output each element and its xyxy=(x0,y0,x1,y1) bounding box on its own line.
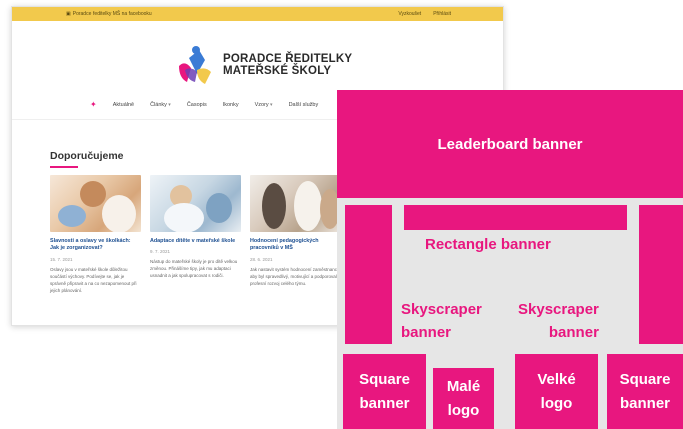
section-underline xyxy=(50,166,78,168)
article-card[interactable]: Adaptace dítěte v mateřské škole 9. 7. 2… xyxy=(150,175,241,280)
skyscraper-banner-right-block xyxy=(639,205,683,344)
nav-item-vzory[interactable]: Vzory xyxy=(255,102,273,108)
small-logo-banner: Malé logo xyxy=(433,368,494,429)
facebook-icon: ▣ xyxy=(66,11,71,17)
article-image[interactable] xyxy=(50,175,141,232)
skyscraper-label-right: Skyscraper banner xyxy=(518,301,599,342)
article-image[interactable] xyxy=(250,175,341,232)
article-title[interactable]: Adaptace dítěte v mateřské škole xyxy=(150,238,241,245)
skyscraper-banner-left-block xyxy=(345,205,392,344)
nav-item-dalsi[interactable]: Další služby xyxy=(289,102,319,108)
article-excerpt: Jak nastavit systém hodnocení zaměstnanc… xyxy=(250,266,341,286)
top-bar: ▣ Poradce ředitelky MŠ na facebooku Vyzko… xyxy=(12,7,503,21)
nav-item-ikonky[interactable]: Ikonky xyxy=(223,102,239,108)
section-title: Doporučujeme xyxy=(50,150,124,162)
article-card[interactable]: Hodnocení pedagogických pracovníků v MŠ … xyxy=(250,175,341,288)
article-image[interactable] xyxy=(150,175,241,232)
article-date: 15. 7. 2021 xyxy=(50,256,73,262)
square-banner-right: Square banner xyxy=(607,354,683,429)
article-title[interactable]: Slavnosti a oslavy ve školkách: Jak je z… xyxy=(50,238,141,253)
banner-layout-diagram: Leaderboard banner Rectangle banner Skys… xyxy=(337,90,683,429)
article-excerpt: Nástup do mateřské školy je pro dítě vel… xyxy=(150,259,238,279)
login-link[interactable]: Přihlásit xyxy=(433,11,451,17)
square-banner-left: Square banner xyxy=(343,354,426,429)
article-date: 9. 7. 2021 xyxy=(150,249,171,255)
brand-logo[interactable]: PORADCE ŘEDITELKY MATEŘSKÉ ŠKOLY xyxy=(175,43,352,87)
trial-link[interactable]: Vyzkoušet xyxy=(398,11,421,17)
nav-item-aktualne[interactable]: Aktuálně xyxy=(113,102,134,108)
leaderboard-banner: Leaderboard banner xyxy=(337,90,683,198)
skyscraper-label-left: Skyscraper banner xyxy=(401,301,482,342)
article-title[interactable]: Hodnocení pedagogických pracovníků v MŠ xyxy=(250,238,341,253)
facebook-link[interactable]: ▣ Poradce ředitelky MŠ na facebooku xyxy=(66,11,152,17)
logo-icon xyxy=(175,44,217,86)
article-card[interactable]: Slavnosti a oslavy ve školkách: Jak je z… xyxy=(50,175,141,294)
rectangle-banner-label: Rectangle banner xyxy=(425,236,551,253)
brand-line-2: MATEŘSKÉ ŠKOLY xyxy=(223,65,332,77)
nav-item-casopis[interactable]: Časopis xyxy=(187,102,207,108)
nav-item-clanky[interactable]: Články xyxy=(150,102,171,108)
article-excerpt: Oslavy jsou v mateřské škole důležitou s… xyxy=(50,266,137,293)
article-date: 28. 6. 2021 xyxy=(250,256,273,262)
home-icon[interactable]: ✦ xyxy=(90,100,97,109)
rectangle-banner-block xyxy=(404,205,627,230)
large-logo-banner: Velké logo xyxy=(515,354,598,429)
brand-line-1: PORADCE ŘEDITELKY xyxy=(223,52,353,65)
